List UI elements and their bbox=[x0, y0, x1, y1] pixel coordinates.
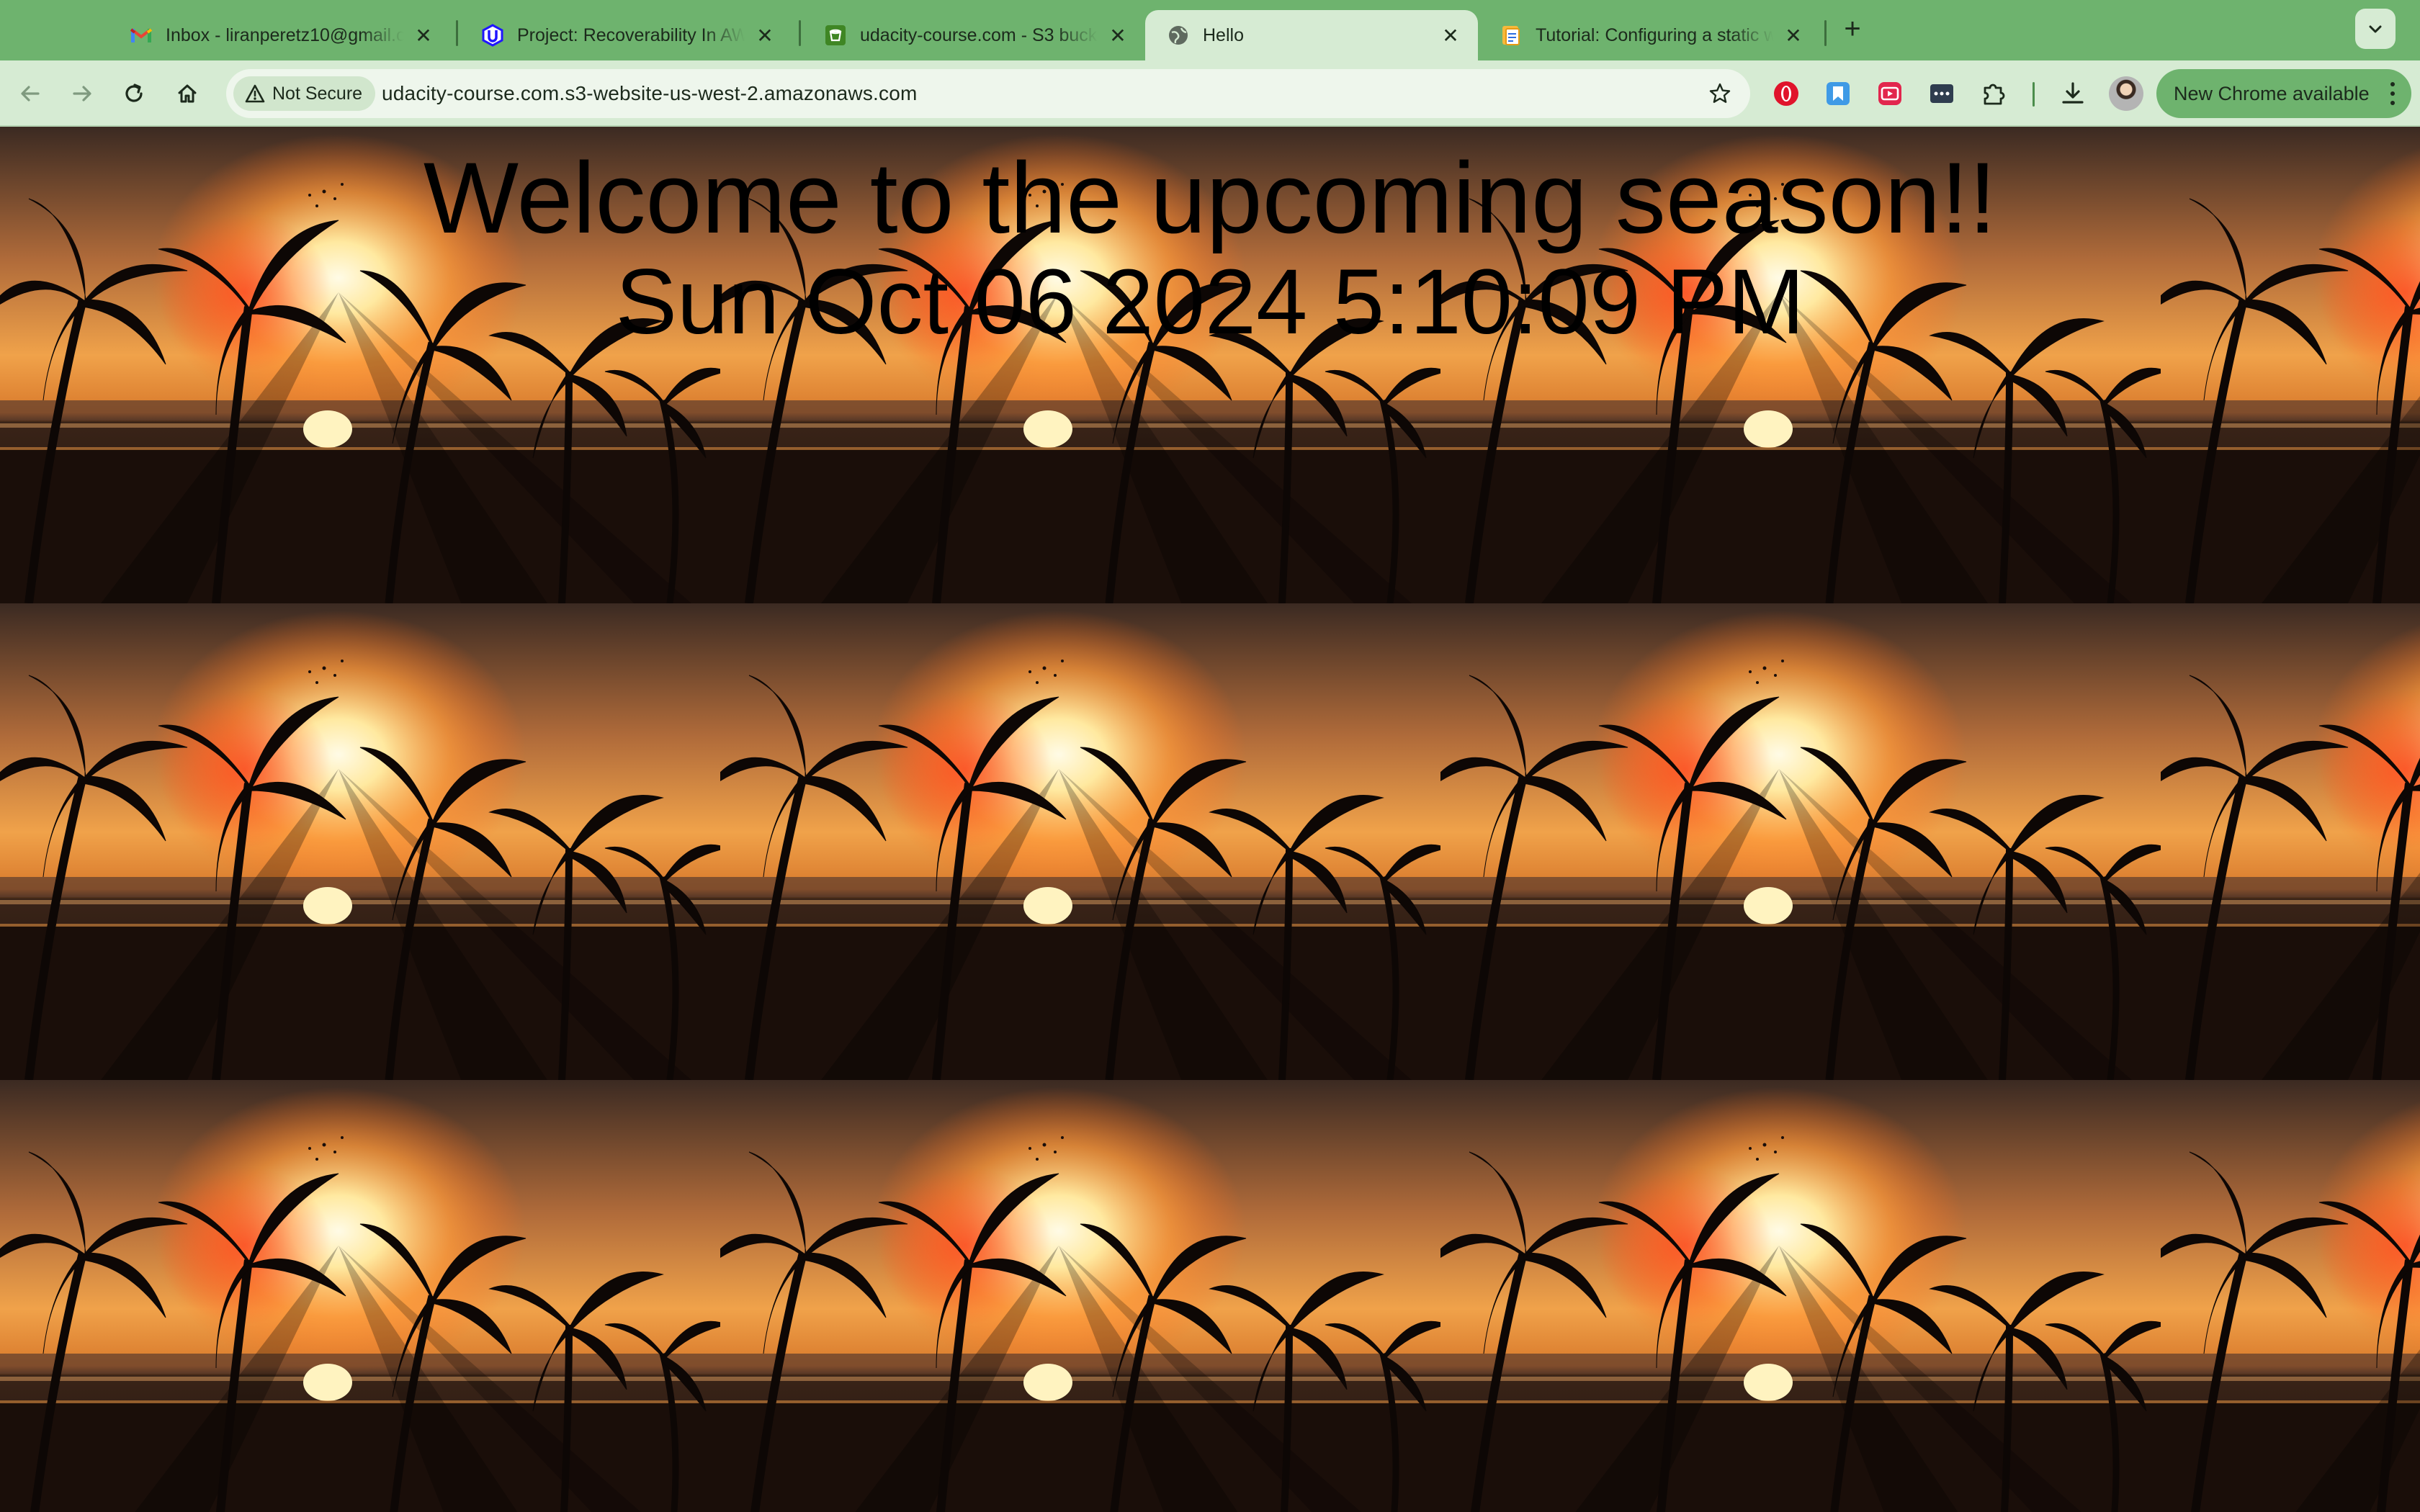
tab-separator bbox=[799, 20, 801, 46]
close-icon[interactable]: ✕ bbox=[1782, 24, 1805, 47]
security-label: Not Secure bbox=[272, 83, 363, 104]
page-datetime: Sun Oct 06 2024 5:10:09 PM bbox=[615, 251, 1805, 354]
video-extension-icon[interactable] bbox=[1873, 76, 1907, 111]
profile-avatar[interactable] bbox=[2109, 76, 2143, 111]
tab-title: Project: Recoverability In AWS bbox=[517, 24, 745, 45]
chevron-down-icon bbox=[2369, 25, 2382, 33]
close-icon[interactable]: ✕ bbox=[1106, 24, 1129, 47]
password-extension-icon[interactable] bbox=[1924, 76, 1959, 111]
bookmark-extension-icon[interactable] bbox=[1821, 76, 1855, 111]
new-tab-button[interactable]: + bbox=[1837, 13, 1868, 45]
more-options-icon[interactable] bbox=[2390, 82, 2396, 105]
sunset-tile bbox=[0, 603, 720, 1080]
tab-strip: Inbox - liranperetz10@gmail.com ✕ Projec… bbox=[0, 0, 2420, 60]
extensions-puzzle-icon[interactable] bbox=[1976, 76, 2011, 111]
s3-icon bbox=[824, 24, 847, 47]
globe-icon bbox=[1167, 24, 1190, 47]
page-heading: Welcome to the upcoming season!! bbox=[423, 141, 1997, 254]
sunset-tile bbox=[0, 1080, 720, 1512]
tab-search-button[interactable] bbox=[2355, 9, 2396, 49]
address-bar[interactable]: Not Secure udacity-course.com.s3-website… bbox=[226, 69, 1750, 118]
sunset-tile bbox=[720, 1080, 1440, 1512]
tab-separator bbox=[1824, 20, 1827, 46]
forward-arrow-icon bbox=[73, 86, 91, 102]
url-text[interactable]: udacity-course.com.s3-website-us-west-2.… bbox=[382, 69, 918, 118]
close-icon[interactable]: ✕ bbox=[1439, 24, 1462, 47]
download-icon[interactable] bbox=[2056, 76, 2090, 111]
tab-separator bbox=[456, 20, 458, 46]
close-icon[interactable]: ✕ bbox=[412, 24, 435, 47]
opera-extension-icon[interactable] bbox=[1769, 76, 1803, 111]
reload-button[interactable] bbox=[115, 75, 153, 112]
toolbar-divider bbox=[2033, 82, 2035, 107]
chrome-update-button[interactable]: New Chrome available bbox=[2156, 69, 2411, 118]
tab-aws-tutorial[interactable]: Tutorial: Configuring a static website ✕ bbox=[1478, 10, 1821, 60]
bookmark-star-icon[interactable] bbox=[1706, 79, 1734, 108]
tab-hello[interactable]: Hello ✕ bbox=[1145, 10, 1478, 60]
udacity-icon bbox=[481, 24, 504, 47]
back-button[interactable] bbox=[12, 75, 49, 112]
tab-udacity-project[interactable]: Project: Recoverability In AWS ✕ bbox=[460, 10, 792, 60]
sunset-tile bbox=[2161, 603, 2420, 1080]
forward-button[interactable] bbox=[63, 75, 101, 112]
sunset-tile bbox=[720, 603, 1440, 1080]
page-viewport: Welcome to the upcoming season!! Sun Oct… bbox=[0, 127, 2420, 1512]
reload-icon bbox=[125, 84, 143, 102]
update-label: New Chrome available bbox=[2174, 82, 2370, 104]
gmail-icon bbox=[130, 24, 153, 47]
sunset-tile bbox=[1440, 1080, 2161, 1512]
sunset-tile bbox=[2161, 1080, 2420, 1512]
tab-title: Tutorial: Configuring a static website bbox=[1536, 24, 1773, 45]
warning-icon bbox=[245, 84, 265, 103]
browser-toolbar: Not Secure udacity-course.com.s3-website… bbox=[0, 60, 2420, 127]
tab-s3-bucket[interactable]: udacity-course.com - S3 bucket ✕ bbox=[802, 10, 1145, 60]
tab-title: Hello bbox=[1203, 24, 1244, 45]
sunset-tile bbox=[1440, 603, 2161, 1080]
aws-docs-icon bbox=[1500, 24, 1523, 47]
close-icon[interactable]: ✕ bbox=[753, 24, 776, 47]
home-button[interactable] bbox=[169, 75, 206, 112]
tab-title: Inbox - liranperetz10@gmail.com bbox=[166, 24, 403, 45]
tab-title: udacity-course.com - S3 bucket bbox=[860, 24, 1098, 45]
tab-gmail[interactable]: Inbox - liranperetz10@gmail.com ✕ bbox=[108, 10, 451, 60]
back-arrow-icon bbox=[21, 86, 40, 102]
security-indicator[interactable]: Not Secure bbox=[233, 76, 376, 111]
home-icon bbox=[178, 84, 197, 103]
